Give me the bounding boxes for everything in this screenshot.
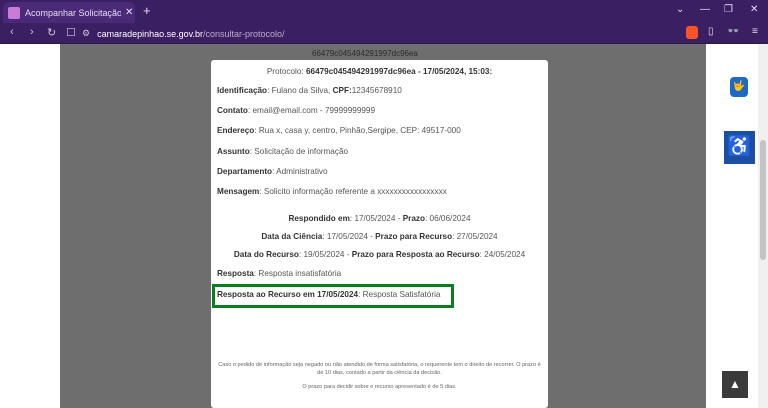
contato-field: Contato: email@email.com - 79999999999 <box>217 106 376 115</box>
page-left-margin <box>0 44 60 408</box>
accessibility-button[interactable]: ♿ <box>724 131 755 164</box>
endereco-field: Endereço: Rua x, casa y, centro, Pinhão,… <box>217 126 461 135</box>
site-favicon-icon <box>8 6 20 19</box>
resposta-recurso-field: Resposta ao Recurso em 17/05/2024: Respo… <box>217 290 441 299</box>
tab-close-icon[interactable]: ✕ <box>125 7 133 18</box>
menu-icon[interactable]: ≡ <box>752 26 758 37</box>
close-window-button[interactable]: ✕ <box>750 4 758 15</box>
scrollbar-thumb[interactable] <box>760 140 766 260</box>
brave-shields-icon[interactable] <box>686 26 698 39</box>
minimize-button[interactable]: — <box>700 4 710 15</box>
tab-title: Acompanhar Solicitação – Câm <box>25 7 121 18</box>
resposta-field: Resposta: Resposta insatisfatória <box>217 269 342 278</box>
mensagem-field: Mensagem: Solicito informação referente … <box>217 187 447 196</box>
back-button[interactable]: ‹ <box>10 26 14 38</box>
forward-button[interactable]: › <box>30 26 34 38</box>
identificacao-field: Identificação: Fulano da Silva, CPF:1234… <box>217 86 402 95</box>
new-tab-button[interactable]: + <box>143 3 151 18</box>
reading-glasses-icon[interactable]: 👓 <box>727 26 739 37</box>
background-protocol-text: 66479c045494291997dc96ea <box>312 49 418 58</box>
ciencia-line: Data da Ciência: 17/05/2024 - Prazo para… <box>261 232 498 241</box>
back-to-top-button[interactable]: ▲ <box>722 371 748 398</box>
url-path: /consultar-protocolo/ <box>202 28 285 39</box>
browser-toolbar: ‹ › ↻ ☐ ⚙ camaradepinhao.se.gov.br /cons… <box>0 23 768 44</box>
protocol-line: Protocolo: 66479c045494291997dc96ea - 17… <box>266 67 493 76</box>
protocol-details-modal: Protocolo: 66479c045494291997dc96ea - 17… <box>211 60 548 408</box>
bookmark-icon[interactable]: ☐ <box>66 26 76 39</box>
departamento-field: Departamento: Administrativo <box>217 167 328 176</box>
recurso-info-text: Caso o pedido de informação seja negado … <box>218 362 541 376</box>
address-bar[interactable]: ⚙ camaradepinhao.se.gov.br /consultar-pr… <box>82 26 682 41</box>
restore-button[interactable]: ❐ <box>724 4 733 15</box>
url-domain: camaradepinhao.se.gov.br <box>97 28 203 39</box>
tab-acompanhar-solicitacao[interactable]: Acompanhar Solicitação – Câm ✕ <box>3 2 135 23</box>
respondido-line: Respondido em: 17/05/2024 - Prazo: 06/06… <box>288 214 471 223</box>
assunto-field: Assunto: Solicitação de informação <box>217 147 349 156</box>
tab-list-caret-icon[interactable]: ⌄ <box>676 4 684 15</box>
vlibras-icon[interactable]: 🤟 <box>730 77 748 97</box>
tab-strip: Acompanhar Solicitação – Câm ✕ + ⌄ — ❐ ✕ <box>0 0 768 23</box>
reload-button[interactable]: ↻ <box>47 26 56 39</box>
web-page: 66479c045494291997dc96ea 🤟 ♿ ▲ Protocolo… <box>0 44 768 408</box>
recurso-deadline-text: O prazo para decidir sobre o recurso apr… <box>302 384 457 390</box>
recurso-line: Data do Recurso: 19/05/2024 - Prazo para… <box>233 250 526 259</box>
sidebar-icon[interactable]: ▯ <box>708 26 714 37</box>
site-info-icon[interactable]: ⚙ <box>82 28 90 39</box>
